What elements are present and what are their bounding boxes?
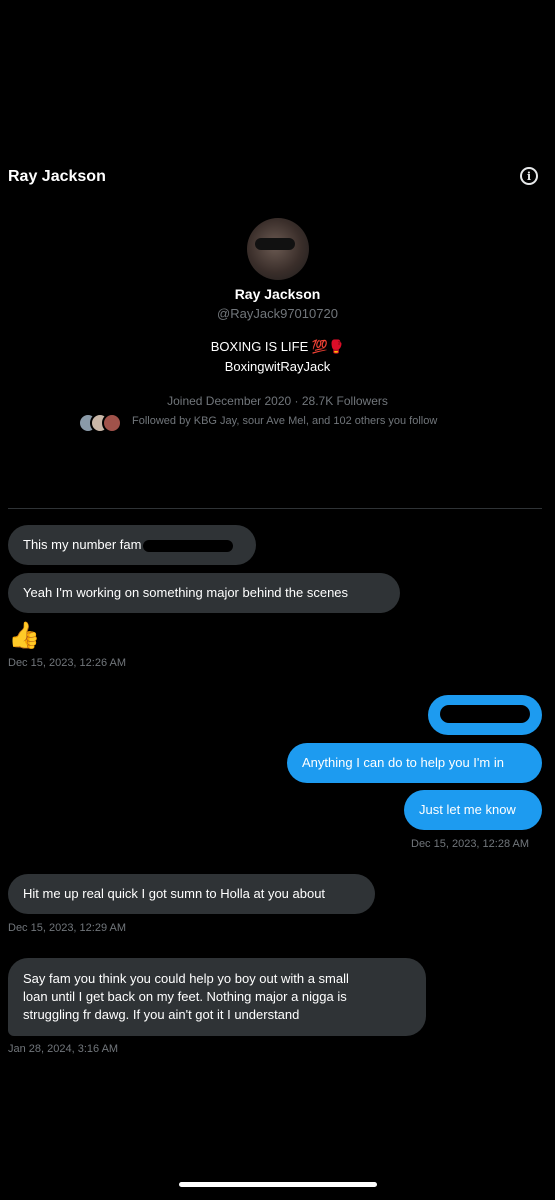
profile-name: Ray Jackson: [234, 286, 321, 302]
message-sent[interactable]: Anything I can do to help you I'm in: [287, 743, 542, 783]
message-sent-redacted[interactable]: [428, 695, 542, 735]
message-text: Hit me up real quick I got sumn to Holla…: [23, 886, 326, 901]
message-timestamp: Dec 15, 2023, 12:26 AM: [8, 657, 127, 669]
profile-handle: @RayJack97010720: [217, 306, 338, 321]
message-received[interactable]: This my number fam: [8, 525, 256, 565]
home-indicator[interactable]: [179, 1182, 377, 1187]
followed-by-row[interactable]: Followed by KBG Jay, sour Ave Mel, and 1…: [0, 411, 555, 435]
thumbs-up-emoji-message[interactable]: 👍: [8, 620, 40, 650]
conversation-title: Ray Jackson: [8, 168, 106, 185]
follower-avatar: [102, 413, 122, 433]
follower-avatars: [78, 413, 124, 433]
avatar[interactable]: [246, 218, 309, 280]
message-received[interactable]: Yeah I'm working on something major behi…: [8, 573, 400, 613]
followed-by-text: Followed by KBG Jay, sour Ave Mel, and 1…: [132, 415, 438, 427]
message-text-line: Say fam you think you could help yo boy …: [23, 971, 349, 986]
message-text-line: struggling fr dawg. If you ain't got it …: [23, 1007, 300, 1022]
message-text-line: loan until I get back on my feet. Nothin…: [23, 989, 347, 1004]
message-text: This my number fam: [23, 537, 142, 552]
message-text: Anything I can do to help you I'm in: [302, 755, 504, 770]
message-text: Yeah I'm working on something major behi…: [23, 585, 349, 600]
message-timestamp: Dec 15, 2023, 12:29 AM: [8, 922, 127, 934]
message-received[interactable]: Hit me up real quick I got sumn to Holla…: [8, 874, 375, 914]
redacted-block: [143, 539, 234, 552]
conversation-header: Ray Jackson i: [0, 160, 555, 196]
redacted-block: [440, 705, 530, 723]
profile-bio-link: BoxingwitRayJack: [224, 359, 331, 374]
message-sent[interactable]: Just let me know: [404, 790, 542, 830]
message-received[interactable]: Say fam you think you could help yo boy …: [8, 958, 426, 1036]
info-icon[interactable]: i: [520, 167, 538, 185]
divider: [8, 508, 542, 509]
message-timestamp: Dec 15, 2023, 12:28 AM: [411, 838, 530, 850]
profile-bio: BOXING IS LIFE 💯🥊: [210, 339, 345, 354]
message-text: Just let me know: [419, 802, 516, 817]
message-timestamp: Jan 28, 2024, 3:16 AM: [8, 1043, 119, 1055]
profile-card[interactable]: Ray Jackson @RayJack97010720 BOXING IS L…: [0, 218, 555, 408]
profile-joined-followers: Joined December 2020 · 28.7K Followers: [167, 394, 388, 408]
